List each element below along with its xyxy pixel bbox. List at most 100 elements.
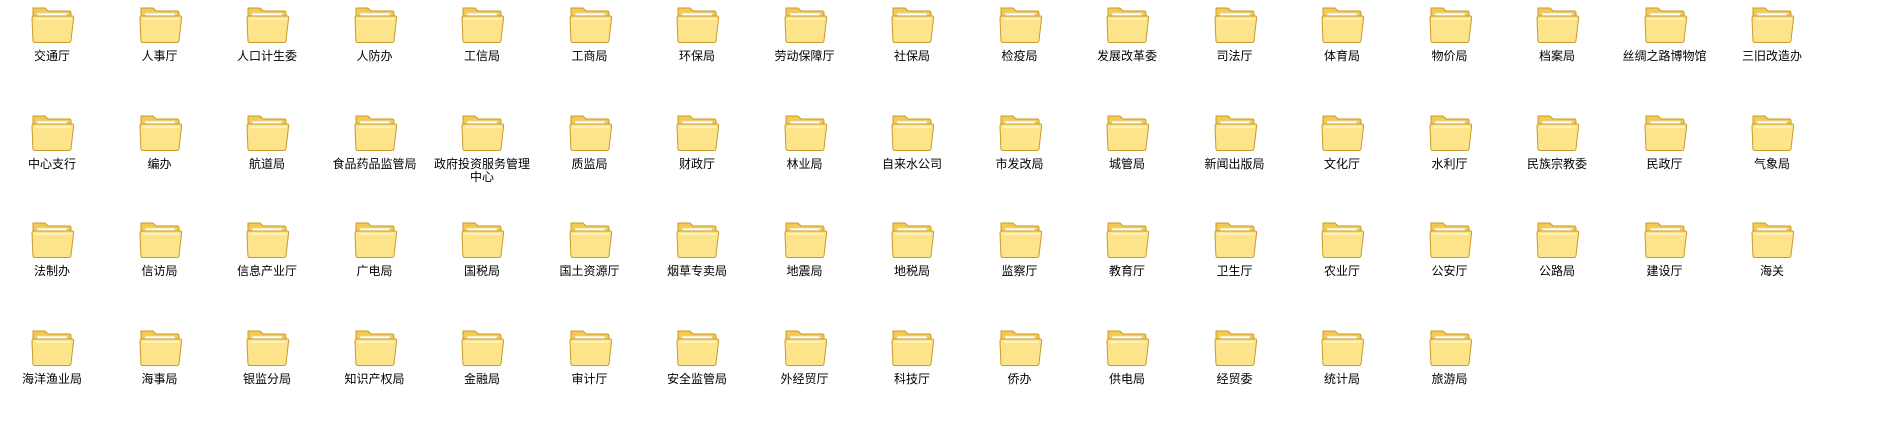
folder-icon: [674, 110, 720, 154]
folder-item[interactable]: 海洋渔业局: [0, 325, 104, 425]
folder-item[interactable]: 地震局: [753, 217, 857, 317]
folder-item[interactable]: 交通厅: [0, 2, 104, 102]
folder-item[interactable]: 人防办: [323, 2, 427, 102]
folder-label: 供电局: [1108, 371, 1145, 386]
folder-item[interactable]: 质监局: [538, 110, 642, 210]
folder-graphic: [138, 7, 182, 43]
folder-item[interactable]: 政府投资服务管理中心: [430, 110, 534, 210]
folder-item[interactable]: 食品药品监管局: [323, 110, 427, 210]
folder-item[interactable]: 三旧改造办: [1720, 2, 1824, 102]
folder-item[interactable]: 海关: [1720, 217, 1824, 317]
folder-icon: [782, 217, 828, 261]
folder-item[interactable]: 信访局: [108, 217, 212, 317]
folder-item[interactable]: 工商局: [538, 2, 642, 102]
folder-icon: [1319, 217, 1365, 261]
folder-graphic: [31, 222, 75, 258]
folder-item[interactable]: 科技厅: [860, 325, 964, 425]
folder-item[interactable]: 人事厅: [108, 2, 212, 102]
folder-item[interactable]: 新闻出版局: [1183, 110, 1287, 210]
folder-item[interactable]: 民族宗教委: [1505, 110, 1609, 210]
folder-item[interactable]: 金融局: [430, 325, 534, 425]
folder-graphic: [1643, 115, 1687, 151]
folder-label: 三旧改造办: [1741, 49, 1802, 63]
folder-item[interactable]: 编办: [108, 110, 212, 210]
folder-item[interactable]: 经贸委: [1183, 325, 1287, 425]
folder-item[interactable]: 烟草专卖局: [645, 217, 749, 317]
folder-item[interactable]: 国税局: [430, 217, 534, 317]
folder-item[interactable]: 发展改革委: [1075, 2, 1179, 102]
folder-label: 物价局: [1431, 49, 1468, 63]
folder-item[interactable]: 丝绸之路博物馆: [1613, 2, 1717, 102]
folder-item[interactable]: 信息产业厅: [215, 217, 319, 317]
folder-label: 城管局: [1108, 156, 1145, 171]
folder-item[interactable]: 侨办: [968, 325, 1072, 425]
folder-item[interactable]: 银监分局: [215, 325, 319, 425]
folder-item[interactable]: 检疫局: [968, 2, 1072, 102]
folder-label: 审计厅: [571, 371, 608, 386]
folder-item[interactable]: 监察厅: [968, 217, 1072, 317]
folder-item[interactable]: 水利厅: [1398, 110, 1502, 210]
folder-graphic: [138, 115, 182, 151]
folder-item[interactable]: 气象局: [1720, 110, 1824, 210]
folder-item[interactable]: 档案局: [1505, 2, 1609, 102]
folder-icon: [1427, 2, 1473, 46]
folder-item[interactable]: 统计局: [1290, 325, 1394, 425]
folder-icon: [1534, 110, 1580, 154]
folder-item[interactable]: 劳动保障厅: [753, 2, 857, 102]
folder-item[interactable]: 供电局: [1075, 325, 1179, 425]
folder-icon: [782, 2, 828, 46]
folder-item[interactable]: 安全监管局: [645, 325, 749, 425]
folder-icon: [1427, 325, 1473, 369]
folder-item[interactable]: 中心支行: [0, 110, 104, 210]
folder-item[interactable]: 卫生厅: [1183, 217, 1287, 317]
folder-graphic: [1321, 330, 1365, 366]
folder-item[interactable]: 国土资源厅: [538, 217, 642, 317]
folder-icon: [1749, 2, 1795, 46]
folder-item[interactable]: 公安厅: [1398, 217, 1502, 317]
folder-graphic: [1751, 7, 1795, 43]
folder-item[interactable]: 审计厅: [538, 325, 642, 425]
folder-item[interactable]: 建设厅: [1613, 217, 1717, 317]
folder-graphic: [1643, 222, 1687, 258]
folder-label: 政府投资服务管理中心: [433, 156, 530, 184]
folder-item[interactable]: 林业局: [753, 110, 857, 210]
folder-item[interactable]: 体育局: [1290, 2, 1394, 102]
folder-item[interactable]: 自来水公司: [860, 110, 964, 210]
folder-label: 检疫局: [1001, 49, 1038, 63]
folder-item[interactable]: 人口计生委: [215, 2, 319, 102]
folder-item[interactable]: 民政厅: [1613, 110, 1717, 210]
folder-label: 安全监管局: [666, 371, 727, 386]
folder-item[interactable]: 旅游局: [1398, 325, 1502, 425]
folder-item[interactable]: 公路局: [1505, 217, 1609, 317]
folder-item[interactable]: 外经贸厅: [753, 325, 857, 425]
folder-graphic: [998, 330, 1042, 366]
folder-item[interactable]: 工信局: [430, 2, 534, 102]
folder-item[interactable]: 环保局: [645, 2, 749, 102]
folder-item[interactable]: 知识产权局: [323, 325, 427, 425]
folder-graphic: [246, 222, 290, 258]
folder-item[interactable]: 财政厅: [645, 110, 749, 210]
folder-item[interactable]: 航道局: [215, 110, 319, 210]
folder-item[interactable]: 广电局: [323, 217, 427, 317]
folder-graphic: [461, 115, 505, 151]
folder-item[interactable]: 城管局: [1075, 110, 1179, 210]
folder-item[interactable]: 市发改局: [968, 110, 1072, 210]
folder-item[interactable]: 海事局: [108, 325, 212, 425]
folder-graphic: [891, 222, 935, 258]
folder-label: 新闻出版局: [1204, 156, 1265, 171]
folder-item[interactable]: 教育厅: [1075, 217, 1179, 317]
folder-item[interactable]: 法制办: [0, 217, 104, 317]
folder-item[interactable]: 社保局: [860, 2, 964, 102]
folder-icon: [997, 325, 1043, 369]
folder-label: 环保局: [678, 49, 715, 63]
folder-label: 广电局: [356, 264, 393, 278]
folder-graphic: [1213, 7, 1257, 43]
folder-item[interactable]: 司法厅: [1183, 2, 1287, 102]
folder-label: 信访局: [141, 264, 178, 278]
folder-item[interactable]: 文化厅: [1290, 110, 1394, 210]
folder-graphic: [998, 115, 1042, 151]
folder-label: 丝绸之路博物馆: [1622, 49, 1707, 63]
folder-item[interactable]: 物价局: [1398, 2, 1502, 102]
folder-item[interactable]: 地税局: [860, 217, 964, 317]
folder-item[interactable]: 农业厅: [1290, 217, 1394, 317]
